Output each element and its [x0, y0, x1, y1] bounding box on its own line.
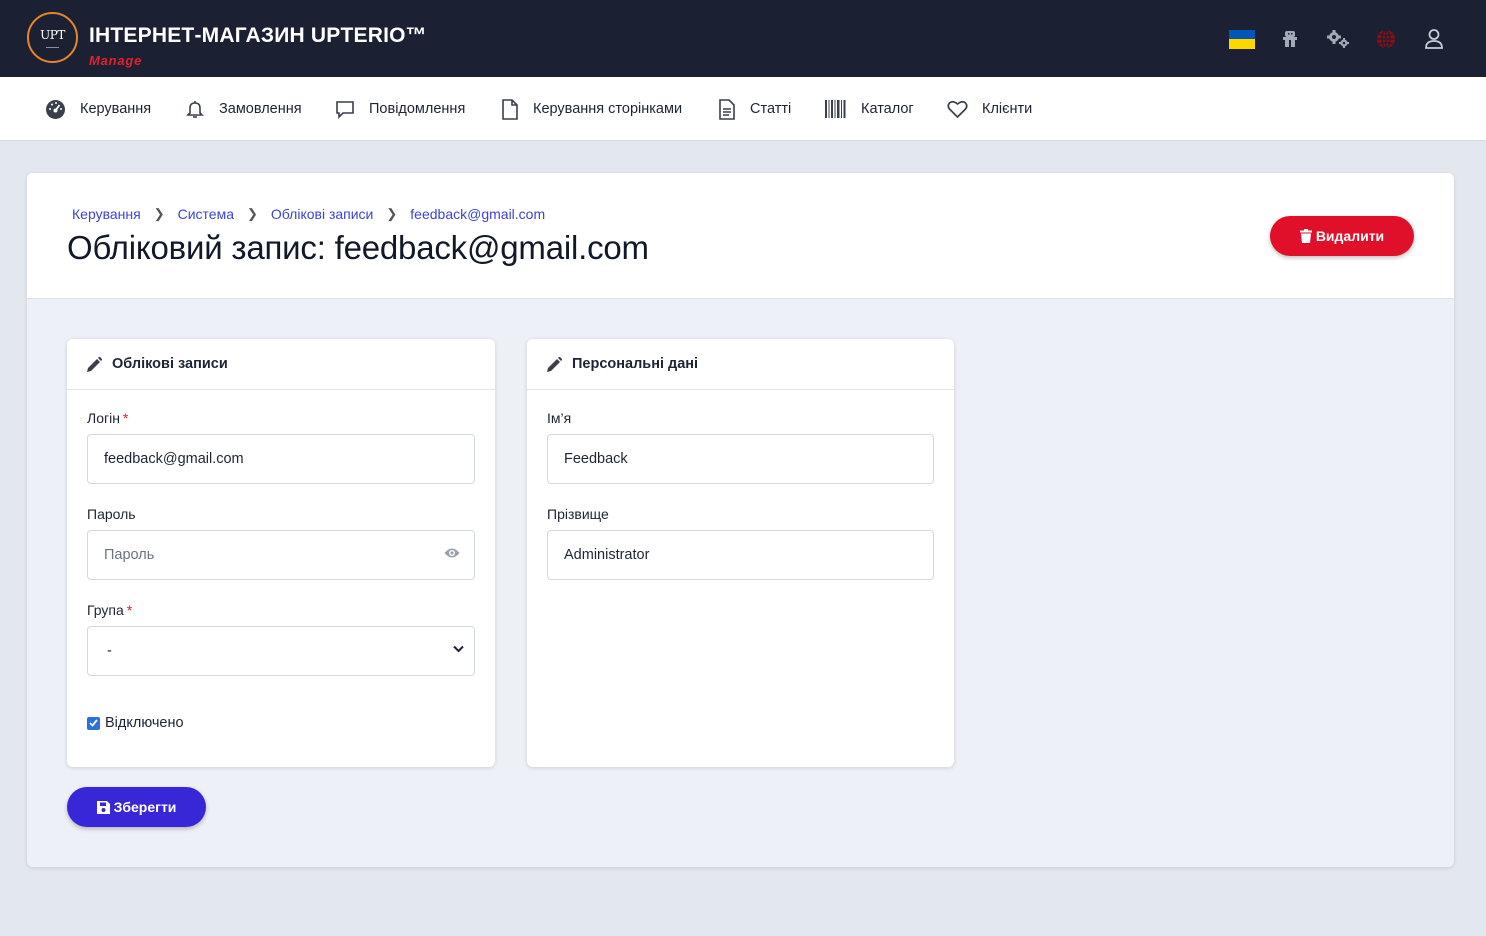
page-title: Обліковий запис: feedback@gmail.com	[67, 229, 649, 266]
nav-item-clients[interactable]: Клієнти	[947, 97, 1032, 121]
group-label: Група *	[87, 602, 133, 618]
robot-icon[interactable]	[1276, 26, 1304, 52]
heart-icon	[947, 100, 968, 118]
nav-item-pages[interactable]: Керування сторінками	[501, 97, 682, 121]
first-name-field[interactable]: Feedback	[547, 434, 934, 484]
nav-item-dashboard[interactable]: Керування	[45, 97, 151, 121]
accounts-panel-header: Облікові записи	[67, 339, 495, 390]
checkmark-icon	[89, 719, 98, 727]
first-name-label: Ім’я	[547, 410, 572, 426]
pencil-icon	[87, 356, 102, 372]
nav-label: Каталог	[861, 101, 914, 117]
password-placeholder: Пароль	[104, 547, 155, 563]
trash-icon	[1299, 229, 1312, 243]
nav-label: Керування	[80, 101, 152, 117]
document-icon	[719, 98, 735, 120]
accounts-panel: Облікові записи Логін * feedback@gmail.co…	[67, 339, 495, 767]
required-mark: *	[126, 602, 133, 618]
last-name-value: Administrator	[564, 547, 650, 563]
nav-item-articles[interactable]: Статті	[718, 97, 791, 121]
bell-icon	[186, 101, 204, 118]
chevron-down-icon	[453, 645, 464, 653]
dashboard-icon	[46, 99, 65, 119]
password-field[interactable]: Пароль	[87, 530, 475, 580]
store-subtitle: Manage	[89, 53, 143, 68]
breadcrumb: Керування ❯ Система ❯ Облікові записи ❯ …	[72, 206, 545, 222]
panel-title: Облікові записи	[112, 356, 228, 372]
ukraine-flag-icon[interactable]	[1228, 26, 1256, 52]
breadcrumb-item[interactable]: Облікові записи	[271, 206, 374, 222]
first-name-value: Feedback	[564, 451, 628, 467]
chevron-right-icon: ❯	[386, 206, 398, 221]
nav-item-catalog[interactable]: Каталог	[825, 97, 914, 121]
floppy-disk-icon	[96, 800, 110, 814]
breadcrumb-item[interactable]: feedback@gmail.com	[410, 206, 545, 222]
group-select[interactable]: -	[87, 626, 475, 676]
login-field[interactable]: feedback@gmail.com	[87, 434, 475, 484]
eye-icon[interactable]	[444, 547, 460, 559]
nav-label: Замовлення	[219, 101, 302, 117]
top-bar: UPT ІНТЕРНЕТ-МАГАЗИН UPTERIO™ Manage	[0, 0, 1486, 77]
main-nav: Керування Замовлення Повідомлення Керува…	[0, 77, 1486, 141]
nav-item-messages[interactable]: Повідомлення	[335, 97, 465, 121]
save-label: Зберегти	[113, 799, 177, 815]
file-icon	[502, 98, 518, 120]
nav-item-orders[interactable]: Замовлення	[185, 97, 302, 121]
delete-label: Видалити	[1315, 228, 1385, 244]
chat-icon	[336, 101, 354, 119]
gears-icon[interactable]	[1324, 26, 1352, 52]
chevron-right-icon: ❯	[153, 206, 165, 221]
login-value: feedback@gmail.com	[104, 451, 244, 467]
page-header: Керування ❯ Система ❯ Облікові записи ❯ …	[27, 173, 1454, 299]
nav-label: Клієнти	[982, 101, 1033, 117]
required-mark: *	[122, 410, 129, 426]
delete-button[interactable]: Видалити	[1270, 216, 1414, 256]
personal-panel-header: Персональні дані	[527, 339, 954, 390]
nav-label: Керування сторінками	[533, 101, 683, 117]
nav-label: Статті	[750, 101, 792, 117]
login-label: Логін *	[87, 410, 129, 426]
globe-icon[interactable]	[1372, 26, 1400, 52]
disabled-checkbox-row[interactable]: Відключено	[87, 715, 184, 731]
disabled-label: Відключено	[105, 715, 184, 731]
breadcrumb-item[interactable]: Керування	[72, 206, 141, 222]
personal-panel: Персональні дані Ім’я Feedback Прізвище …	[527, 339, 954, 767]
pencil-icon	[547, 356, 562, 372]
last-name-label: Прізвище	[547, 506, 609, 522]
barcode-icon	[825, 100, 846, 118]
nav-label: Повідомлення	[369, 101, 466, 117]
group-value: -	[107, 643, 112, 659]
panel-title: Персональні дані	[572, 356, 699, 372]
chevron-right-icon: ❯	[246, 206, 258, 221]
breadcrumb-item[interactable]: Система	[178, 206, 234, 222]
user-icon[interactable]	[1420, 26, 1448, 52]
main-card: Керування ❯ Система ❯ Облікові записи ❯ …	[27, 173, 1454, 867]
store-title: ІНТЕРНЕТ-МАГАЗИН UPTERIO™	[89, 24, 427, 47]
password-label: Пароль	[87, 506, 136, 522]
last-name-field[interactable]: Administrator	[547, 530, 934, 580]
save-button[interactable]: Зберегти	[67, 787, 206, 827]
logo[interactable]: UPT	[27, 12, 78, 63]
logo-text: UPT	[40, 28, 65, 42]
disabled-checkbox[interactable]	[87, 716, 100, 730]
